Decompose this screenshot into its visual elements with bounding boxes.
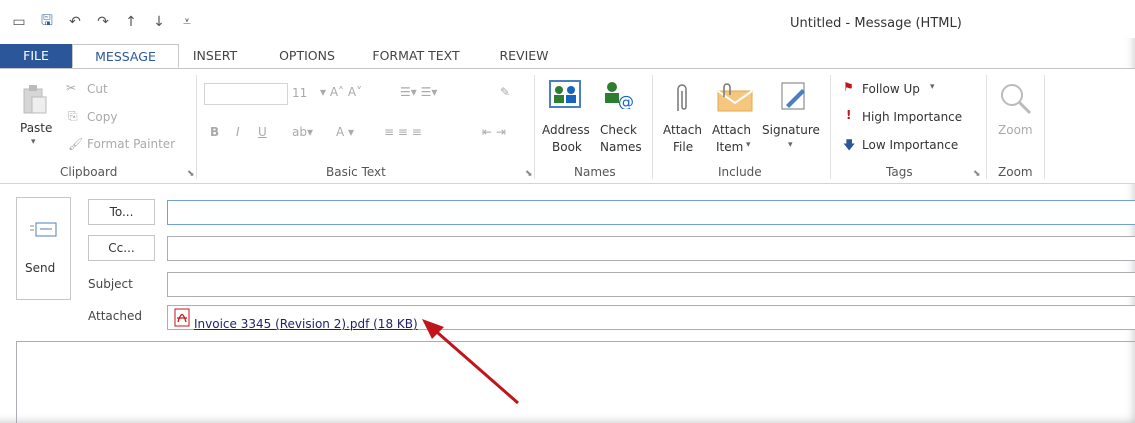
message-window: ▭ 🖫 ↶ ↷ ↑ ↓ ⩡ Untitled - Message (HTML) …: [0, 0, 1135, 423]
zoom-group-label: Zoom: [998, 165, 1033, 179]
pdf-file-icon: [174, 308, 190, 327]
annotation-arrow: [422, 319, 519, 405]
attach-item-dropdown-icon[interactable]: ▾: [746, 140, 751, 150]
previous-item-icon[interactable]: ↑: [122, 14, 140, 30]
names-group-label: Names: [574, 165, 616, 179]
outlook-message-icon[interactable]: ▭: [10, 14, 28, 30]
basic-text-group-label: Basic Text: [326, 165, 386, 179]
high-importance-icon: !: [846, 108, 852, 122]
tab-options[interactable]: OPTIONS: [272, 44, 342, 68]
follow-up-flag-icon: ⚑: [843, 80, 854, 94]
attach-file-label-2[interactable]: File: [673, 140, 693, 154]
attach-file-label-1[interactable]: Attach: [663, 123, 702, 137]
paste-icon: [23, 85, 47, 114]
message-body[interactable]: [16, 341, 1135, 423]
attached-label: Attached: [88, 309, 142, 323]
signature-icon: [781, 82, 805, 110]
follow-up-dropdown-icon[interactable]: ▾: [930, 82, 935, 92]
send-label: Send: [25, 261, 56, 275]
group-separator: [830, 75, 831, 179]
attach-item-label-1[interactable]: Attach: [712, 123, 751, 137]
highlight-icon[interactable]: ab▾: [292, 125, 313, 139]
paste-button[interactable]: Paste: [20, 121, 52, 135]
cut-button[interactable]: Cut: [87, 82, 108, 96]
customize-toolbar-icon[interactable]: ⩡: [178, 14, 196, 30]
attach-item-label-2[interactable]: Item: [716, 140, 743, 154]
next-item-icon[interactable]: ↓: [150, 14, 168, 30]
title-bar: ▭ 🖫 ↶ ↷ ↑ ↓ ⩡ Untitled - Message (HTML): [0, 0, 1135, 38]
underline-icon[interactable]: U: [258, 125, 267, 139]
cc-button[interactable]: Cc...: [88, 235, 155, 261]
zoom-button[interactable]: Zoom: [998, 123, 1033, 137]
address-book-icon: [549, 80, 581, 108]
copy-icon: ⎘: [68, 109, 78, 123]
include-group-label: Include: [718, 165, 762, 179]
copy-button[interactable]: Copy: [87, 110, 117, 124]
svg-text:@: @: [618, 92, 634, 109]
to-button[interactable]: To...: [88, 199, 155, 225]
italic-icon[interactable]: I: [236, 125, 240, 139]
to-field[interactable]: [167, 200, 1135, 225]
format-painter-button[interactable]: Format Painter: [87, 137, 175, 151]
font-size-value[interactable]: 11: [292, 86, 307, 100]
ribbon-tabs: FILE MESSAGE INSERT OPTIONS FORMAT TEXT …: [0, 44, 1135, 69]
clear-formatting-icon[interactable]: ✎: [500, 85, 510, 99]
check-names-label-2[interactable]: Names: [600, 140, 642, 154]
tab-review[interactable]: REVIEW: [496, 44, 552, 68]
tab-format-text[interactable]: FORMAT TEXT: [367, 44, 465, 68]
send-button[interactable]: Send: [16, 197, 71, 300]
save-icon[interactable]: 🖫: [38, 10, 56, 34]
ribbon: Paste ▾ ✂ Cut ⎘ Copy 🖌 Format Painter Cl…: [0, 68, 1135, 184]
tags-launcher-icon[interactable]: ⬊: [973, 169, 981, 179]
group-separator: [196, 75, 197, 179]
high-importance-button[interactable]: High Importance: [862, 110, 962, 124]
subject-field[interactable]: [167, 272, 1135, 297]
tags-group-label: Tags: [886, 165, 913, 179]
check-names-label-1[interactable]: Check: [600, 123, 637, 137]
tab-file[interactable]: FILE: [0, 44, 72, 68]
format-painter-icon: 🖌: [68, 137, 84, 151]
redo-icon[interactable]: ↷: [94, 14, 112, 30]
signature-dropdown-icon[interactable]: ▾: [788, 140, 793, 150]
indent-icons[interactable]: ⇤ ⇥: [482, 125, 506, 139]
address-book-label-2[interactable]: Book: [552, 140, 582, 154]
tab-message[interactable]: MESSAGE: [72, 44, 179, 68]
low-importance-icon: 🡇: [843, 138, 856, 152]
group-separator: [1044, 75, 1045, 179]
align-icons[interactable]: ≡ ≡ ≡: [384, 125, 422, 139]
address-book-label-1[interactable]: Address: [542, 123, 590, 137]
group-separator: [652, 75, 653, 179]
follow-up-button[interactable]: Follow Up: [862, 82, 920, 96]
cut-icon: ✂: [66, 81, 77, 95]
bold-icon[interactable]: B: [210, 125, 219, 139]
signature-label[interactable]: Signature: [762, 123, 820, 137]
subject-label: Subject: [88, 277, 133, 291]
send-envelope-icon: [30, 222, 57, 237]
paste-dropdown-icon[interactable]: ▾: [31, 137, 36, 147]
undo-icon[interactable]: ↶: [66, 14, 84, 30]
font-color-icon[interactable]: A ▾: [336, 125, 354, 139]
paperclip-icon: [677, 84, 687, 111]
bullets-icon[interactable]: ☰▾ ☰▾: [400, 85, 437, 99]
grow-font-icon[interactable]: ▾ A˄ A˅: [320, 85, 362, 99]
cc-field[interactable]: [167, 236, 1135, 261]
tab-insert[interactable]: INSERT: [190, 44, 240, 68]
attachment-link[interactable]: Invoice 3345 (Revision 2).pdf (18 KB): [194, 317, 418, 331]
group-separator: [986, 75, 987, 179]
basic-text-launcher-icon[interactable]: ⬊: [525, 169, 533, 179]
check-names-icon: @: [605, 82, 634, 109]
quick-access-toolbar: ▭ 🖫 ↶ ↷ ↑ ↓ ⩡: [10, 10, 196, 34]
group-separator: [534, 75, 535, 179]
low-importance-button[interactable]: Low Importance: [862, 138, 958, 152]
compose-area: Send To... Cc... Subject Attached Invoic…: [0, 183, 1135, 423]
attach-item-icon: [717, 83, 753, 112]
window-title: Untitled - Message (HTML): [790, 16, 962, 31]
clipboard-launcher-icon[interactable]: ⬊: [187, 169, 195, 179]
font-name-box[interactable]: [204, 83, 288, 105]
clipboard-group-label: Clipboard: [60, 165, 118, 179]
zoom-icon: [1001, 84, 1032, 115]
